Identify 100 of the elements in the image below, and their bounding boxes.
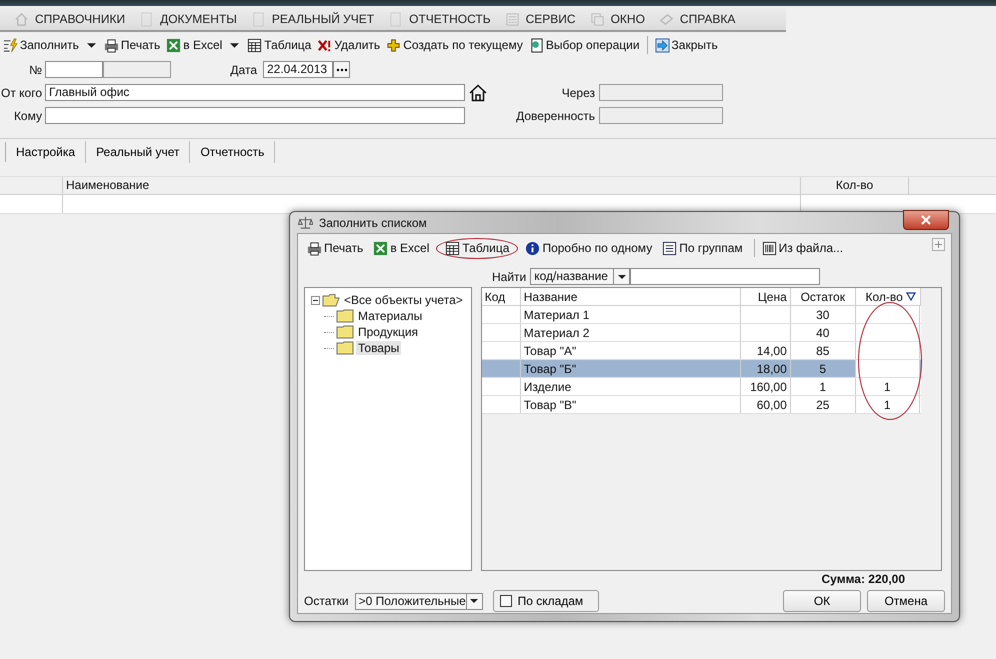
number-field[interactable] (45, 61, 103, 78)
table-cell: Материал 1 (520, 306, 741, 323)
table-row[interactable]: Товар "В" 60,00 25 1 (482, 396, 921, 414)
toolbar-button[interactable]: Закрыть (652, 36, 721, 54)
plus-icon (386, 38, 402, 52)
tab[interactable]: Отчетность (190, 141, 276, 163)
table-row[interactable]: Материал 1 30 (482, 306, 921, 324)
close-icon (921, 214, 931, 224)
document-icon (528, 38, 544, 52)
folder-icon (336, 325, 354, 339)
search-field[interactable] (630, 268, 820, 285)
caret-icon[interactable] (230, 40, 240, 50)
table-row[interactable]: Товар "Б" 18,00 5 (482, 360, 921, 378)
menu-item[interactable]: СЕРВИС (526, 12, 576, 26)
toolbar-button[interactable]: Удалить (314, 36, 384, 54)
tree-item[interactable]: Товары (356, 341, 402, 355)
column-header[interactable]: Остаток (790, 288, 856, 305)
page-icon (139, 12, 154, 26)
tree-item[interactable]: Материалы (356, 309, 424, 323)
house-icon (14, 12, 29, 26)
column-header[interactable]: Кол-во (856, 288, 906, 305)
date-field[interactable]: 22.04.2013 (263, 61, 333, 78)
page-icon (250, 12, 266, 26)
table-icon (247, 38, 262, 52)
column-header[interactable]: Кол-во (801, 177, 909, 194)
table-row[interactable]: Изделие 160,00 1 1 (482, 378, 921, 396)
table-cell: 60,00 (740, 396, 791, 413)
toolbar-button[interactable]: в Excel (163, 36, 226, 54)
tab[interactable]: Реальный учет (86, 141, 190, 163)
table-row[interactable]: Материал 2 40 (482, 324, 921, 342)
table-cell: 18,00 (740, 360, 791, 377)
tree-item[interactable]: <Все объекты учета> (342, 293, 465, 307)
field-label: Найти (492, 270, 526, 284)
number-suffix-field (103, 61, 171, 78)
column-header[interactable]: Наименование (63, 177, 801, 194)
field-label: От кого (0, 86, 43, 100)
field-label: Дата (229, 62, 258, 76)
toolbar-button[interactable]: По группам (659, 238, 746, 258)
search-mode-dropdown[interactable]: код/название (530, 268, 630, 285)
window-icon (590, 12, 605, 26)
field-label: Остатки (304, 594, 349, 608)
expand-button[interactable] (932, 238, 945, 250)
lightning-icon (3, 38, 18, 52)
table-row[interactable]: Товар "А" 14,00 85 (482, 342, 921, 360)
menu-item[interactable]: РЕАЛЬНЫЙ УЧЕТ (272, 12, 374, 26)
column-header[interactable]: Код (482, 288, 521, 305)
dialog-button[interactable]: Отмена (867, 590, 945, 612)
scales-icon (298, 215, 313, 230)
arrow-icon (654, 38, 670, 52)
warehouse-toggle-button[interactable]: По складам (492, 590, 599, 612)
field-label: № (28, 62, 43, 76)
caret-icon[interactable] (86, 40, 96, 50)
list-icon (662, 240, 678, 256)
toolbar-button[interactable]: Из файла... (758, 238, 846, 258)
recipient-field[interactable] (45, 107, 465, 124)
toolbar-button[interactable]: в Excel (370, 238, 432, 258)
collapse-icon[interactable] (311, 296, 320, 304)
table-cell: 30 (790, 306, 856, 323)
date-picker-button[interactable] (333, 61, 350, 78)
barcode-icon (762, 240, 777, 256)
toolbar-button[interactable]: Печать (304, 238, 366, 258)
tab[interactable]: Настройка (6, 141, 86, 163)
menu-item[interactable]: ДОКУМЕНТЫ (160, 12, 237, 26)
table-cell: 1 (790, 378, 856, 395)
toolbar-button[interactable]: Создать по текущему (383, 36, 526, 54)
table-cell: 40 (790, 324, 856, 341)
ellipsis-icon (336, 68, 348, 72)
table-cell: Изделие (520, 378, 741, 395)
toolbar-button[interactable]: Таблица (436, 238, 518, 258)
filter-icon[interactable] (906, 292, 916, 301)
column-header[interactable]: Цена (740, 288, 791, 305)
menu-item[interactable]: СПРАВКА (680, 12, 736, 26)
toolbar-button[interactable]: Заполнить (0, 36, 82, 54)
toolbar-button[interactable]: Печать (100, 36, 164, 54)
menu-item[interactable]: ОКНО (610, 12, 645, 26)
dialog-button[interactable]: ОК (783, 590, 861, 612)
toolbar-button[interactable]: Выбор операции (526, 36, 643, 54)
tree-item[interactable]: Продукция (356, 325, 420, 339)
printer-icon (104, 38, 119, 52)
checkbox[interactable] (500, 595, 512, 607)
table-cell[interactable] (856, 360, 920, 377)
table-cell: Товар "В" (520, 396, 741, 413)
dialog-title: Заполнить списком (319, 216, 427, 230)
close-button[interactable] (903, 210, 949, 230)
info-icon (525, 240, 540, 256)
caret-icon (470, 597, 478, 605)
table-cell[interactable]: 1 (856, 378, 920, 395)
toolbar-button[interactable]: Поробно по одному (522, 238, 656, 258)
printer-icon (307, 240, 322, 256)
sender-field[interactable]: Главный офис (45, 84, 465, 101)
table-cell: 14,00 (740, 342, 791, 359)
column-header[interactable]: Название (520, 288, 741, 305)
menu-item[interactable]: СПРАВОЧНИКИ (35, 12, 126, 26)
table-cell[interactable]: 1 (856, 396, 920, 413)
stock-filter-dropdown[interactable]: >0 Положительные (354, 592, 483, 610)
folder-icon (336, 309, 354, 323)
house-icon[interactable] (469, 84, 487, 102)
field-label: Кому (12, 108, 43, 122)
toolbar-button[interactable]: Таблица (244, 36, 314, 54)
menu-item[interactable]: ОТЧЕТНОСТЬ (409, 12, 491, 26)
